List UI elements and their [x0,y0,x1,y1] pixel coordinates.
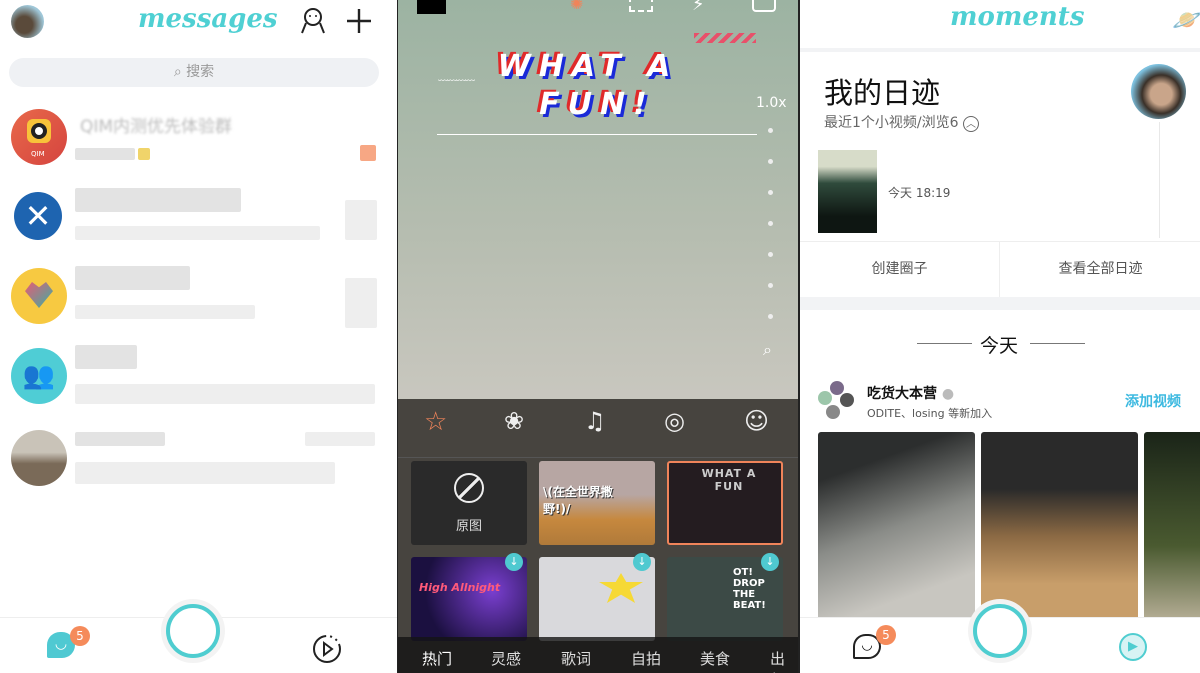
chat-avatar[interactable] [11,268,67,324]
add-icon[interactable] [346,8,372,34]
download-icon[interactable]: ↓ [505,553,523,571]
group-chat-avatar[interactable]: 👥 [11,348,67,404]
effect-tile-selected[interactable]: WHAT A FUN [667,461,783,545]
moments-screen: moments 🪐 我的日迹 最近1个小视频/浏览6 ︿ 今天 18:19 创建… [800,0,1200,673]
app-title: messages [138,4,278,34]
camera-screen: ✺ ⚡ ﹏﹏﹏﹏ WHAT A FUN! 1.0x ⌕ ☆ ❀ ♫ ◎ ☺ 原图… [398,0,798,673]
category-bar [398,637,798,673]
download-icon[interactable]: ↓ [633,553,651,571]
app-title: moments [950,2,1085,32]
category-selfie[interactable]: 自拍 [631,648,661,669]
chat-name: QIM内测优先体验群 [80,117,233,137]
add-video-link[interactable]: 添加视频 [1125,391,1181,411]
tab-music-icon[interactable]: ♫ [584,407,606,435]
effect-tile[interactable]: OT! DROP THE BEAT! ↓ [667,553,783,641]
group-name[interactable]: 吃货大本营 ● [867,383,954,403]
search-icon[interactable]: ⌕ [763,340,772,360]
group-video[interactable] [1144,432,1200,622]
group-video[interactable] [981,432,1138,622]
tab-face-icon[interactable]: ☺ [744,407,769,435]
tab-favorites-icon[interactable]: ☆ [424,407,447,437]
moments-tab-icon[interactable]: ▶ [1119,633,1147,661]
decor-zigzag [694,33,756,43]
effect-tile[interactable]: \(在全世界撒野!)/ [539,461,655,545]
record-button[interactable] [973,604,1027,658]
planet-icon[interactable]: 🪐 [1172,6,1200,34]
my-avatar[interactable] [11,5,44,38]
unread-badge: 5 [876,625,896,645]
download-icon[interactable]: ↓ [761,553,779,571]
unread-badge: 5 [70,626,90,646]
view-all-diary-button[interactable]: 查看全部日迹 [1001,242,1200,297]
effect-tile[interactable]: High Allnight ↓ [411,553,527,641]
tab-filters-icon[interactable]: ❀ [504,407,524,435]
date-divider: 今天 [980,335,1019,357]
my-avatar[interactable] [1131,64,1186,119]
group-avatars[interactable] [818,381,858,421]
group-video[interactable] [818,432,975,622]
diary-subtitle[interactable]: 最近1个小视频/浏览6 ︿ [824,112,979,132]
gallery-thumbnail[interactable] [417,0,446,14]
search-placeholder: 搜索 [186,64,215,80]
none-icon [454,473,484,503]
public-globe-icon: ● [941,386,955,402]
category-travel[interactable]: 出行 [770,648,798,673]
tab-stickers-icon[interactable]: ◎ [664,407,685,435]
contacts-icon[interactable] [299,6,327,34]
flash-off-icon[interactable]: ⚡ [692,0,705,15]
video-play-icon[interactable] [312,634,342,664]
group-members: ODITE、losing 等新加入 [867,407,993,420]
search-icon: ⌕ [173,64,182,80]
search-bar[interactable]: ⌕ 搜索 [9,58,379,87]
record-button[interactable] [166,604,220,658]
chat-avatar[interactable] [11,430,67,486]
diary-thumbnail[interactable] [818,150,877,233]
sticker-text: WHAT A FUN! [497,49,679,122]
category-hot[interactable]: 热门 [422,648,452,669]
progress-line [437,134,757,135]
chat-item[interactable]: QIM QIM内测优先体验群 [0,100,397,178]
category-inspiration[interactable]: 灵感 [491,648,521,669]
tile-original[interactable]: 原图 [411,461,527,545]
diary-time: 今天 18:19 [888,186,951,200]
category-food[interactable]: 美食 [700,648,730,669]
chat-avatar[interactable]: ✕ [14,192,62,240]
collapse-icon[interactable]: ︿ [962,116,979,132]
create-circle-button[interactable]: 创建圈子 [800,242,1000,297]
scan-icon[interactable] [629,0,653,12]
beauty-icon[interactable]: ✺ [570,0,583,13]
zoom-level: 1.0x [756,95,787,111]
switch-camera-icon[interactable] [752,0,776,12]
effects-panel: ☆ ❀ ♫ ◎ ☺ 原图 \(在全世界撒野!)/ WHAT A FUN High… [398,399,798,673]
messages-screen: messages ⌕ 搜索 QIM QIM内测优先体验群 ✕ 👥 ◡ 5 [0,0,397,673]
chat-avatar: QIM [11,109,67,165]
effect-tile[interactable]: ↓ [539,553,655,641]
category-lyrics[interactable]: 歌词 [561,648,591,669]
diary-title: 我的日迹 [824,76,941,110]
